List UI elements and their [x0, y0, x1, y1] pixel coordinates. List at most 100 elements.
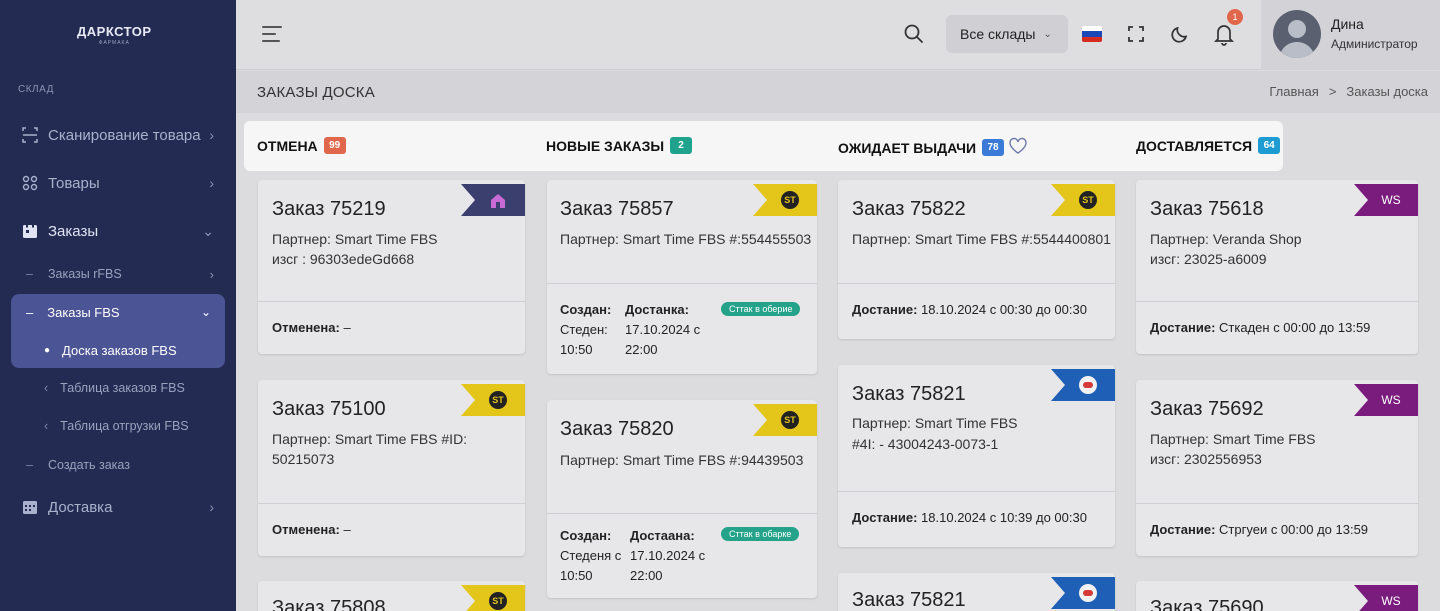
sidebar-item-fbs-table[interactable]: ‹ Таблица заказов FBS: [0, 377, 185, 399]
column-count-badge: 99: [323, 137, 346, 154]
sidebar-item-orders-fbs[interactable]: – Заказы FBS ⌄: [11, 302, 211, 322]
dark-mode-moon-icon[interactable]: [1170, 24, 1190, 44]
status-badge: Сттак в обарке: [721, 527, 800, 541]
brand-logo[interactable]: ДАРКСТОР ФАРМАКА: [77, 24, 152, 46]
warehouse-select-value: Все склады: [960, 26, 1036, 42]
order-id: изсг : 96303edeGd668: [272, 251, 415, 267]
status-badge: Сттак в оберие: [721, 302, 801, 316]
scan-icon: [22, 127, 38, 143]
partner-tag: ST: [461, 384, 525, 416]
sidebar-item-label: Заказы rFBS: [48, 267, 122, 281]
user-name: Дина: [1331, 16, 1364, 32]
dash-icon: –: [26, 304, 34, 320]
order-title: Заказ 75692: [1150, 398, 1264, 420]
user-menu[interactable]: Дина Администратор: [1261, 0, 1440, 70]
chevron-right-icon: ›: [209, 266, 214, 282]
order-title: Заказ 75618: [1150, 198, 1264, 220]
order-footer: Достание: Сткаден с 00:00 до 13:59: [1136, 301, 1418, 354]
order-card[interactable]: Заказ 75821 Партнер: Smart Time FBS #4I:…: [838, 365, 1115, 547]
sidebar-item-create-order[interactable]: – Создать заказ: [0, 450, 236, 480]
menu-toggle-icon[interactable]: [262, 26, 282, 47]
order-card[interactable]: WS Заказ 75618 Партнер: Veranda Shop изс…: [1136, 180, 1418, 354]
delivery-time: 22:00: [630, 568, 663, 583]
search-icon[interactable]: [903, 23, 925, 45]
brand-name: ДАРКСТОР: [77, 24, 152, 39]
delivery-label: Достанка:: [625, 302, 689, 317]
column-count-badge: 78: [982, 139, 1005, 156]
order-partner: Партнер: Smart Time FBS #:94439503: [560, 452, 804, 468]
created-value: Стеден:: [560, 322, 608, 337]
delivery-label: Достание:: [852, 510, 918, 525]
created-label: Создан:: [560, 302, 612, 317]
delivery-value: 18.10.2024 с 10:39 до 00:30: [921, 510, 1087, 525]
breadcrumb-home-link[interactable]: Главная: [1269, 84, 1318, 99]
order-card[interactable]: WS Заказ 75692 Партнер: Smart Time FBS и…: [1136, 380, 1418, 556]
delivery-block: Достанка: 17.10.2024 с 22:00: [625, 300, 700, 360]
order-card[interactable]: ST Заказ 75820 Партнер: Smart Time FBS #…: [547, 400, 817, 598]
delivery-label: Достаана:: [630, 528, 695, 543]
chevron-down-icon: ⌄: [201, 305, 212, 319]
created-time: 10:50: [560, 342, 593, 357]
active-submenu-group: – Заказы FBS ⌄ ● Доска заказов FBS: [11, 294, 225, 368]
order-footer: Отменена: –: [258, 503, 525, 556]
partner-tag: ST: [461, 585, 525, 611]
chevron-left-icon: ‹: [44, 419, 49, 433]
column-delivering-header: ДОСТАВЛЯЕТСЯ 64: [1136, 137, 1281, 154]
sidebar-item-products[interactable]: Товары ›: [0, 168, 236, 198]
order-title: Заказ 75690: [1150, 597, 1264, 611]
delivery-date: 17.10.2024 с: [630, 548, 706, 563]
sidebar-item-fbs-shipment[interactable]: ‹ Таблица отгрузки FBS: [0, 415, 189, 437]
sidebar-item-label: Сканирование товара: [48, 126, 201, 144]
order-card[interactable]: ST Заказ 75100 Партнер: Smart Time FBS #…: [258, 380, 525, 556]
column-cancelled-header: ОТМЕНА 99: [257, 137, 346, 154]
chevron-right-icon: ›: [209, 175, 214, 191]
partner-logo-icon: [1079, 376, 1097, 394]
delivery-value: Стргуеи с 00:00 до 13:59: [1219, 522, 1369, 537]
column-title: ДОСТАВЛЯЕТСЯ: [1136, 137, 1253, 154]
sidebar-item-label: Заказы FBS: [47, 304, 120, 320]
breadcrumb-separator: >: [1328, 84, 1337, 99]
column-new-header: НОВЫЕ ЗАКАЗЫ 2: [546, 137, 693, 154]
smart-time-logo-icon: ST: [781, 191, 799, 209]
order-card[interactable]: ST Заказ 75857 Партнер: Smart Time FBS #…: [547, 180, 817, 374]
column-count-badge: 64: [1258, 137, 1281, 154]
order-title: Заказ 75820: [560, 418, 674, 440]
sidebar-item-scan[interactable]: Сканирование товара ›: [0, 120, 236, 150]
partner-logo-icon: [1079, 584, 1097, 602]
created-label: Создан:: [560, 528, 612, 543]
fullscreen-icon[interactable]: [1126, 24, 1146, 44]
order-title: Заказ 75822: [852, 198, 966, 220]
order-card[interactable]: Заказ 75821: [838, 573, 1115, 611]
order-card[interactable]: Заказ 75219 Партнер: Smart Time FBS изсг…: [258, 180, 525, 354]
breadcrumb: Главная > Заказы доска: [1269, 84, 1428, 99]
sidebar-item-orders[interactable]: Заказы ⌄: [0, 216, 236, 246]
delivery-value: Сткаден с 00:00 до 13:59: [1219, 320, 1371, 335]
bell-icon[interactable]: [1213, 22, 1235, 46]
sidebar-item-orders-rfbs[interactable]: – Заказы rFBS ›: [0, 259, 236, 289]
page-header: ЗАКАЗЫ ДОСКА Главная > Заказы доска: [236, 71, 1440, 113]
delivery-time: 22:00: [625, 342, 658, 357]
order-footer: Достание: 18.10.2024 с 00:30 до 00:30: [838, 283, 1115, 339]
order-card[interactable]: ST Заказ 75808: [258, 581, 525, 611]
created-time: 10:50: [560, 568, 593, 583]
sidebar-item-fbs-board[interactable]: ● Доска заказов FBS: [11, 340, 177, 360]
delivery-date: 17.10.2024 с: [625, 322, 701, 337]
sidebar-item-label: Доска заказов FBS: [62, 342, 177, 358]
partner-tag: WS: [1354, 585, 1418, 611]
cancelled-value: –: [343, 522, 351, 537]
warehouse-select[interactable]: Все склады ⌄: [946, 15, 1068, 53]
created-value: Стеденя с: [560, 548, 622, 563]
board-columns-header: [244, 121, 1283, 171]
topbar: Все склады ⌄ 1 Дина Администратор: [236, 0, 1440, 70]
sidebar-item-delivery[interactable]: Доставка ›: [0, 492, 236, 522]
grid-icon: [22, 175, 38, 191]
heart-icon[interactable]: [1008, 137, 1028, 158]
order-title: Заказ 75857: [560, 198, 674, 220]
language-flag-ru-icon[interactable]: [1082, 26, 1102, 42]
order-footer: Создан: Стеденя с 10:50 Достаана: 17.10.…: [547, 513, 817, 598]
order-card[interactable]: WS Заказ 75690: [1136, 581, 1418, 611]
order-title: Заказ 75219: [272, 198, 386, 220]
delivery-block: Достаана: 17.10.2024 с 22:00: [630, 526, 705, 586]
smart-time-logo-icon: ST: [1079, 191, 1097, 209]
order-card[interactable]: ST Заказ 75822 Партнер: Smart Time FBS #…: [838, 180, 1115, 339]
